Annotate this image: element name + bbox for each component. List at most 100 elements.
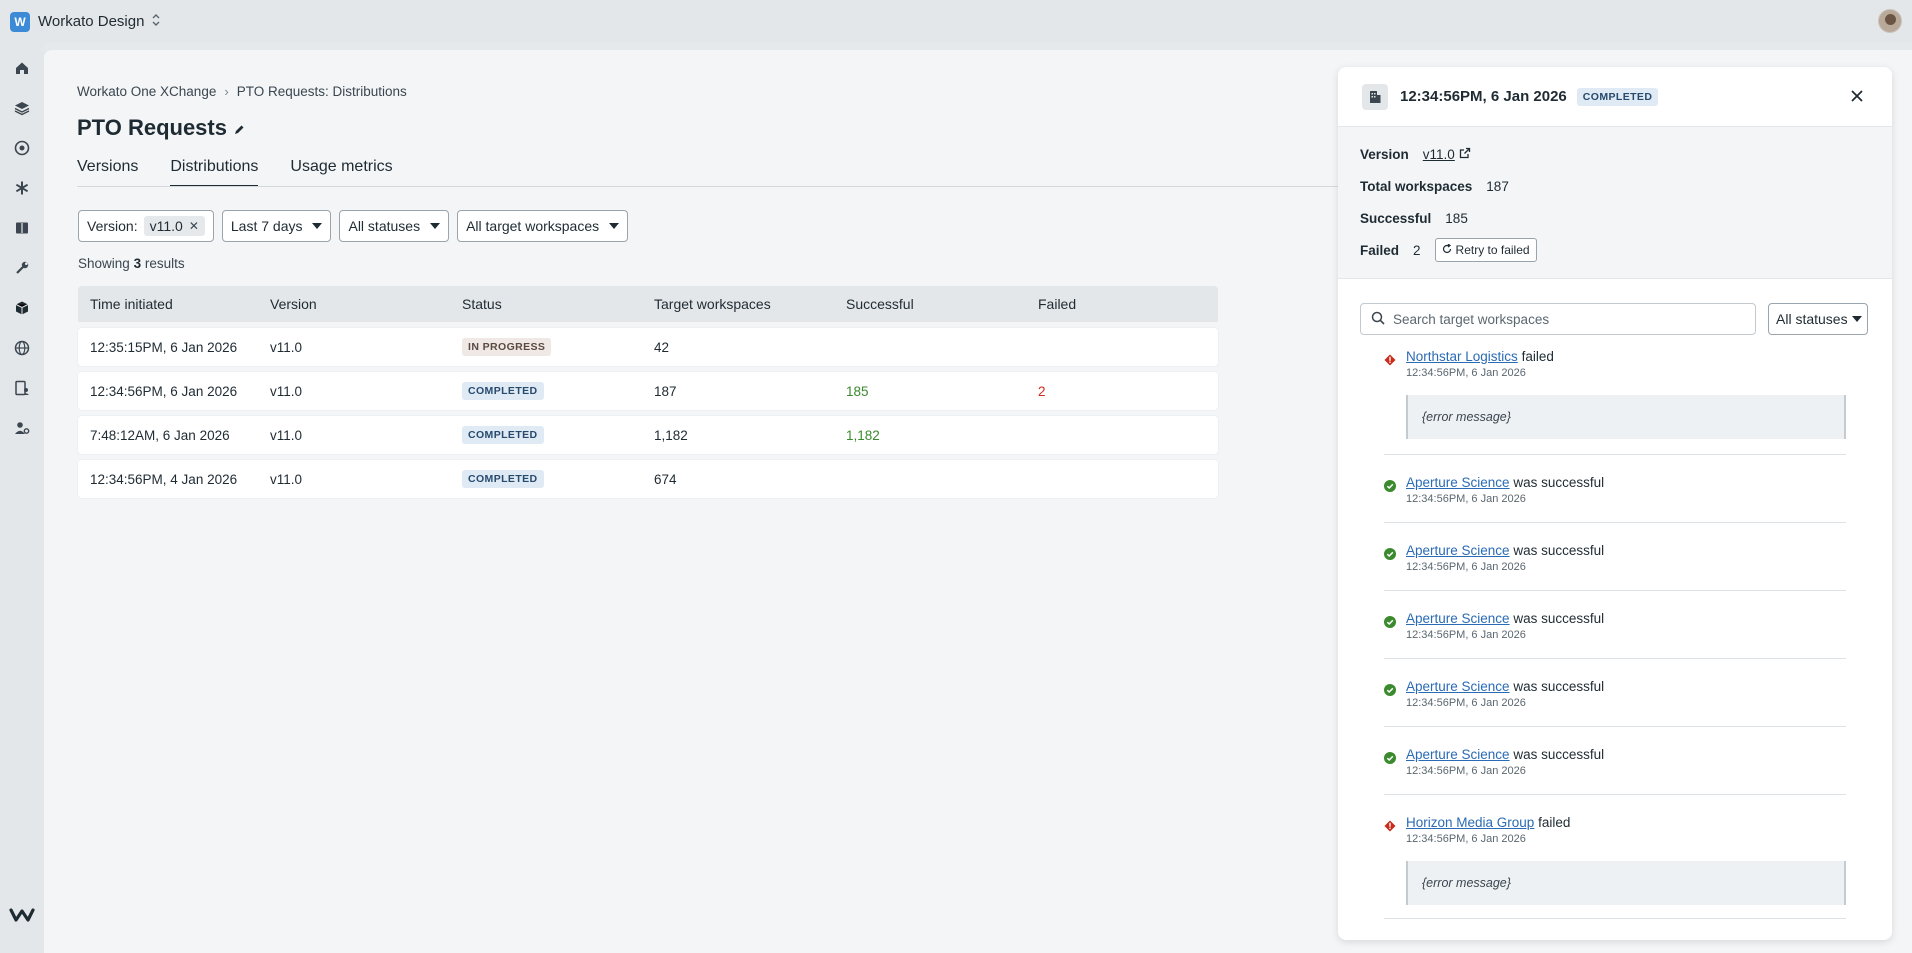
- summary-total: Total workspaces 187: [1360, 177, 1870, 195]
- version-link[interactable]: v11.0: [1423, 147, 1455, 162]
- status-filter-value: All statuses: [348, 218, 421, 234]
- breadcrumb: Workato One XChange › PTO Requests: Dist…: [77, 84, 407, 99]
- period-filter[interactable]: Last 7 days: [221, 210, 332, 242]
- workspace-name[interactable]: Workato Design: [38, 13, 144, 30]
- cell-targets: 187: [654, 383, 677, 399]
- table-row[interactable]: 7:48:12AM, 6 Jan 2026 v11.0 COMPLETED 1,…: [78, 416, 1218, 454]
- list-item: Aperture Science was successful 12:34:56…: [1384, 727, 1846, 795]
- distribution-icon: [1362, 83, 1388, 110]
- drawer-status-filter[interactable]: All statuses: [1768, 303, 1868, 335]
- cube-icon[interactable]: [11, 297, 33, 319]
- workspace-filter[interactable]: All target workspaces: [457, 210, 629, 242]
- remove-chip-icon[interactable]: ✕: [189, 219, 199, 233]
- summary-version-label: Version: [1360, 146, 1409, 162]
- page-title-text: PTO Requests: [77, 115, 227, 140]
- status-filter[interactable]: All statuses: [339, 210, 450, 242]
- summary-failed: Failed 2 Retry to failed: [1360, 238, 1870, 262]
- workspace-link[interactable]: Aperture Science: [1406, 679, 1510, 694]
- close-icon[interactable]: [1848, 87, 1866, 105]
- cell-version: v11.0: [270, 383, 303, 399]
- col-version[interactable]: Version: [258, 296, 450, 312]
- compass-icon[interactable]: [11, 137, 33, 159]
- cell-status: COMPLETED: [450, 382, 642, 400]
- globe-icon[interactable]: [11, 337, 33, 359]
- workspace-event-list: Northstar Logistics failed 12:34:56PM, 6…: [1384, 349, 1846, 919]
- workspace-link[interactable]: Horizon Media Group: [1406, 815, 1534, 830]
- home-icon[interactable]: [11, 57, 33, 79]
- status-badge: IN PROGRESS: [462, 338, 552, 356]
- success-check-icon: [1384, 547, 1396, 560]
- col-failed[interactable]: Failed: [1026, 296, 1218, 312]
- drawer-status-filter-value: All statuses: [1776, 311, 1848, 327]
- table-header: Time initiated Version Status Target wor…: [78, 286, 1218, 322]
- version-chip-value: v11.0: [149, 218, 183, 234]
- status-badge: COMPLETED: [462, 470, 544, 488]
- caret-down-icon: [430, 223, 441, 229]
- document-user-icon[interactable]: [11, 377, 33, 399]
- user-avatar[interactable]: [1878, 9, 1902, 33]
- status-badge: COMPLETED: [462, 426, 544, 444]
- col-time-initiated[interactable]: Time initiated: [78, 296, 258, 312]
- drawer-header: 12:34:56PM, 6 Jan 2026 COMPLETED: [1338, 67, 1892, 127]
- workspace-link[interactable]: Aperture Science: [1406, 475, 1510, 490]
- breadcrumb-current: PTO Requests: Distributions: [236, 84, 407, 99]
- version-chip: v11.0 ✕: [143, 216, 205, 236]
- cell-targets: 674: [654, 471, 677, 487]
- drawer-title: 12:34:56PM, 6 Jan 2026: [1400, 88, 1567, 105]
- tab-versions[interactable]: Versions: [77, 158, 138, 187]
- period-filter-value: Last 7 days: [230, 218, 303, 234]
- workspace-link[interactable]: Northstar Logistics: [1406, 349, 1518, 364]
- event-result: was successful: [1513, 679, 1605, 694]
- workspace-switch-icon[interactable]: [152, 14, 160, 29]
- users-gear-icon[interactable]: [11, 417, 33, 439]
- workato-logo-icon[interactable]: [9, 903, 35, 925]
- list-item: Northstar Logistics failed 12:34:56PM, 6…: [1384, 349, 1846, 455]
- cell-successful: 185: [846, 383, 869, 399]
- event-time: 12:34:56PM, 6 Jan 2026: [1406, 833, 1526, 845]
- wrench-icon[interactable]: [11, 257, 33, 279]
- event-time: 12:34:56PM, 6 Jan 2026: [1406, 629, 1526, 641]
- event-time: 12:34:56PM, 6 Jan 2026: [1406, 765, 1526, 777]
- workspace-search[interactable]: [1360, 303, 1756, 335]
- workspace-filter-value: All target workspaces: [466, 218, 600, 234]
- search-input[interactable]: [1393, 311, 1733, 327]
- external-link-icon[interactable]: [1459, 147, 1471, 162]
- tab-divider: [77, 186, 1377, 187]
- summary-successful-label: Successful: [1360, 210, 1432, 226]
- book-icon[interactable]: [11, 217, 33, 239]
- cell-time: 12:34:56PM, 4 Jan 2026: [90, 471, 238, 487]
- table-row[interactable]: 12:34:56PM, 4 Jan 2026 v11.0 COMPLETED 6…: [78, 460, 1218, 498]
- table-row[interactable]: 12:35:15PM, 6 Jan 2026 v11.0 IN PROGRESS…: [78, 328, 1218, 366]
- success-check-icon: [1384, 615, 1396, 628]
- layers-icon[interactable]: [11, 97, 33, 119]
- col-status[interactable]: Status: [450, 296, 642, 312]
- cell-time: 12:34:56PM, 6 Jan 2026: [90, 383, 238, 399]
- workspace-link[interactable]: Aperture Science: [1406, 611, 1510, 626]
- summary-version: Version v11.0: [1360, 145, 1870, 163]
- results-number: 3: [133, 256, 142, 271]
- breadcrumb-root[interactable]: Workato One XChange: [77, 84, 216, 99]
- left-nav-rail: [0, 43, 44, 953]
- tab-usage-metrics[interactable]: Usage metrics: [290, 158, 392, 187]
- success-check-icon: [1384, 683, 1396, 696]
- event-result: was successful: [1513, 475, 1605, 490]
- cell-status: COMPLETED: [450, 470, 642, 488]
- cell-successful: 1,182: [846, 427, 880, 443]
- event-time: 12:34:56PM, 6 Jan 2026: [1406, 697, 1526, 709]
- asterisk-icon[interactable]: [11, 177, 33, 199]
- list-item: Aperture Science was successful 12:34:56…: [1384, 523, 1846, 591]
- distribution-detail-drawer: 12:34:56PM, 6 Jan 2026 COMPLETED Version…: [1338, 67, 1892, 940]
- workspace-link[interactable]: Aperture Science: [1406, 543, 1510, 558]
- version-filter[interactable]: Version: v11.0 ✕: [78, 210, 214, 242]
- retry-failed-button[interactable]: Retry to failed: [1434, 238, 1537, 262]
- tab-distributions[interactable]: Distributions: [170, 158, 259, 187]
- col-successful[interactable]: Successful: [834, 296, 1026, 312]
- edit-pencil-icon[interactable]: [233, 116, 245, 142]
- success-check-icon: [1384, 479, 1396, 492]
- cell-failed: 2: [1038, 383, 1046, 399]
- table-row[interactable]: 12:34:56PM, 6 Jan 2026 v11.0 COMPLETED 1…: [78, 372, 1218, 410]
- col-target-workspaces[interactable]: Target workspaces: [642, 296, 834, 312]
- results-count: Showing 3 results: [78, 256, 185, 271]
- workspace-link[interactable]: Aperture Science: [1406, 747, 1510, 762]
- workspace-badge[interactable]: W: [10, 11, 30, 32]
